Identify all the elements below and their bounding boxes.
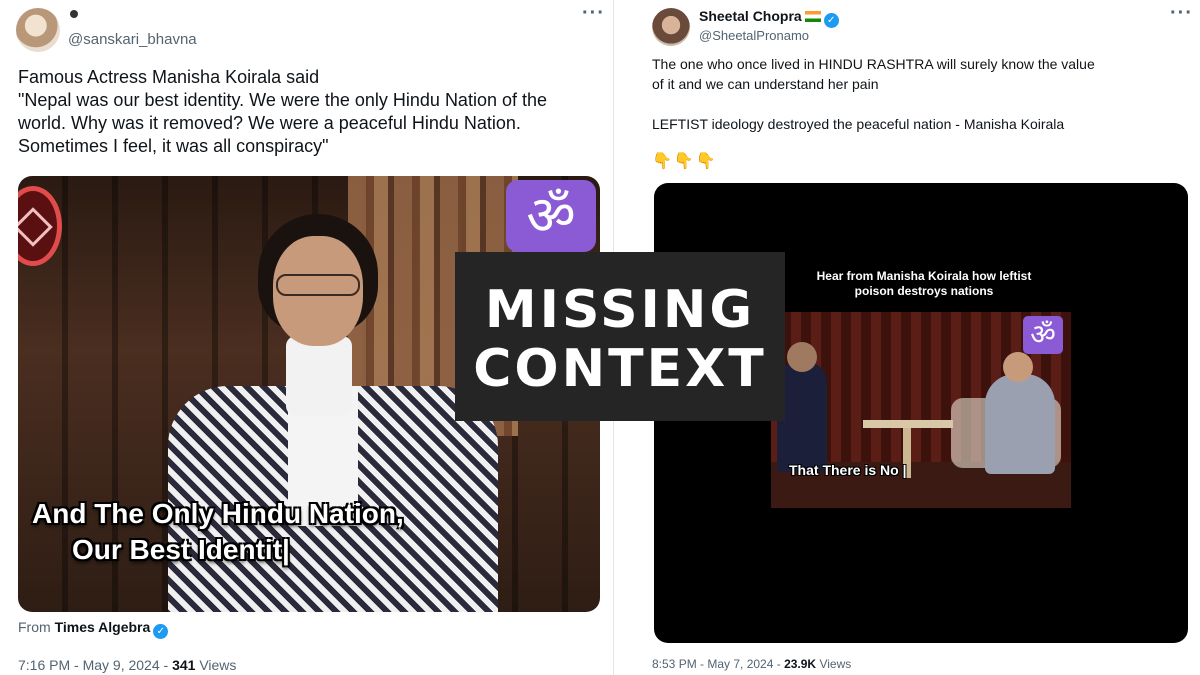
overlay-line: MISSING <box>484 280 756 340</box>
views-count: 341 <box>172 657 196 673</box>
tweet-text-line: world. Why was it removed? We were a pea… <box>18 113 521 133</box>
timestamp[interactable]: 7:16 PM - May 9, 2024 - <box>18 657 168 673</box>
tweet-text: Famous Actress Manisha Koirala said "Nep… <box>18 66 598 158</box>
video-headline: Hear from Manisha Koirala how leftist po… <box>816 269 1032 298</box>
tweet-text-line: Famous Actress Manisha Koirala said <box>18 67 320 87</box>
from-label: From <box>18 619 51 635</box>
verified-badge-icon: ✓ <box>823 13 839 28</box>
more-options-icon[interactable]: ··· <box>582 2 605 25</box>
avatar[interactable] <box>652 8 690 46</box>
views-label: Views <box>819 657 852 671</box>
tweet-text-line: LEFTIST ideology destroyed the peaceful … <box>652 116 1065 132</box>
om-icon: ॐ <box>506 180 596 252</box>
display-name-text[interactable]: Sheetal Chopra <box>699 8 802 24</box>
tweet-text-line: Sometimes I feel, it was all conspiracy" <box>18 136 329 156</box>
interview-frame: ॐ That There is No | <box>771 312 1071 508</box>
source-account-link[interactable]: Times Algebra <box>55 619 151 635</box>
display-name[interactable]: Sheetal Chopra ✓ <box>699 8 839 28</box>
chakra-logo-icon <box>18 186 62 266</box>
timestamp[interactable]: 8:53 PM - May 7, 2024 - <box>652 657 781 671</box>
tweet-text: The one who once lived in HINDU RASHTRA … <box>652 54 1192 134</box>
views-label: Views <box>199 657 237 673</box>
pointing-down-emoji: 👇👇👇 <box>652 153 718 170</box>
verified-badge-icon: ✓ <box>153 624 169 639</box>
tweet-text-line: The one who once lived in HINDU RASHTRA … <box>652 56 1095 72</box>
display-name-icon <box>70 10 78 18</box>
india-flag-icon <box>804 11 821 22</box>
tweet-text-line: of it and we can understand her pain <box>652 76 879 92</box>
video-subtitle: That There is No | <box>789 462 907 478</box>
tweet-text-line: "Nepal was our best identity. We were th… <box>18 90 548 110</box>
user-handle[interactable]: @sanskari_bhavna <box>68 31 197 48</box>
video-subtitle: And The Only Hindu Nation, <box>32 498 404 529</box>
om-icon: ॐ <box>1023 316 1063 354</box>
more-options-icon[interactable]: ··· <box>1170 2 1193 25</box>
video-subtitle: Our Best Identit| <box>72 534 290 565</box>
user-handle[interactable]: @SheetalPronamo <box>699 28 809 43</box>
tweet-text-line <box>652 94 1192 114</box>
avatar[interactable] <box>16 8 60 52</box>
missing-context-label: MISSING CONTEXT <box>455 252 785 421</box>
tweet-meta: 8:53 PM - May 7, 2024 - 23.9K Views <box>652 657 851 671</box>
tweet-meta: 7:16 PM - May 9, 2024 - 341 Views <box>18 657 236 673</box>
views-count: 23.9K <box>784 657 817 671</box>
video-source: From Times Algebra ✓ <box>18 619 169 639</box>
overlay-line: CONTEXT <box>473 339 767 399</box>
